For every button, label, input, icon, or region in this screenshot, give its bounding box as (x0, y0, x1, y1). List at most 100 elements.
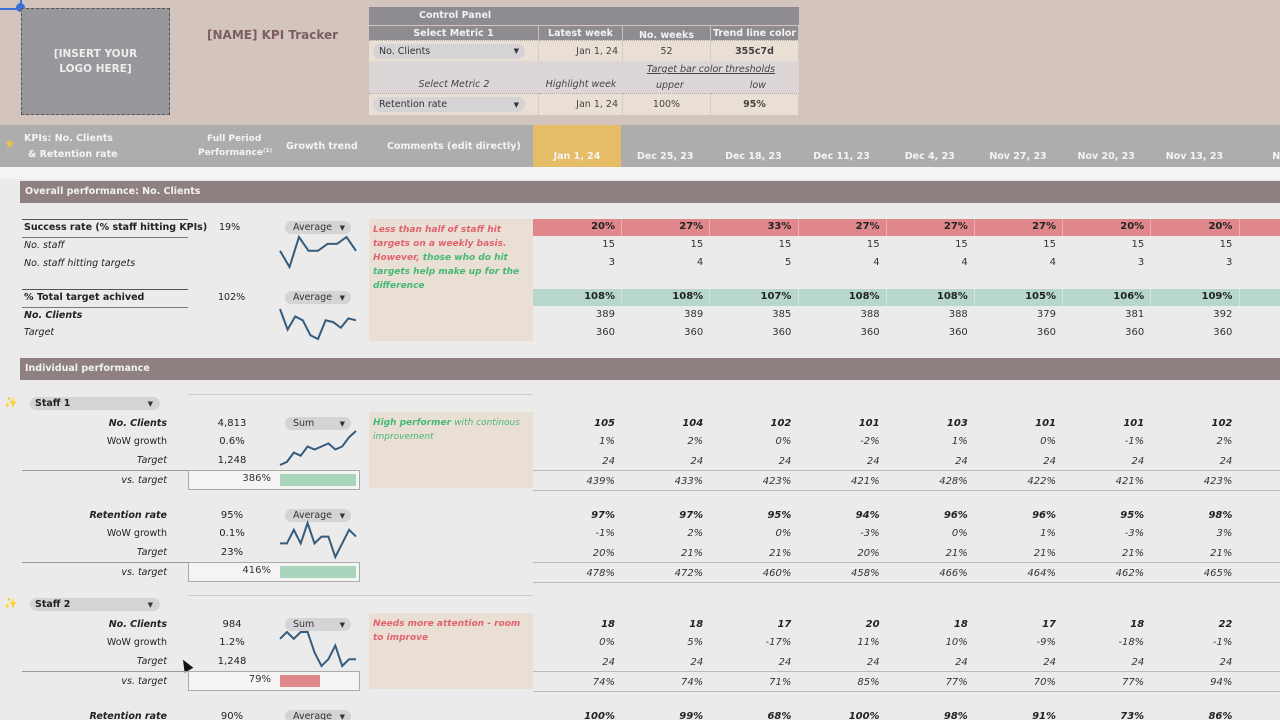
cell-separator (974, 289, 975, 306)
date-column-header[interactable]: Dec 4, 23 (886, 151, 974, 162)
overall-comment[interactable]: Less than half of staff hit targets on a… (369, 219, 533, 341)
low-threshold-input[interactable]: 95% (711, 93, 799, 115)
metric-full-value: 984 (222, 619, 242, 630)
vs-target-box: 386% (188, 470, 360, 490)
date-column-header[interactable]: Nov 20, 23 (1062, 151, 1150, 162)
vs-target-cell: 472% (674, 568, 704, 579)
metric-value-cell: 99% (679, 711, 704, 720)
full-period-header-line2: Performance⁽¹⁾ (198, 148, 273, 158)
wow-cell: 2% (1216, 436, 1233, 447)
metric-value-cell: 101 (1123, 418, 1145, 429)
total-agg-value: Average (293, 292, 333, 303)
vs-target-bar (280, 675, 320, 687)
logo-placeholder[interactable]: [INSERT YOUR LOGO HERE] (21, 8, 170, 115)
metric-value-cell: 73% (1120, 711, 1145, 720)
vs-target-cell: 421% (851, 476, 880, 487)
divider (533, 691, 1280, 692)
date-column-header[interactable]: Dec 18, 23 (709, 151, 797, 162)
wow-full-value: 0.6% (219, 436, 245, 447)
date-column-header[interactable]: Nov 27, 23 (974, 151, 1062, 162)
target-cell: 360 (860, 327, 880, 338)
target-cell: 24 (602, 657, 615, 668)
success-rate-label: Success rate (% staff hitting KPIs) (24, 222, 208, 233)
metric-value-cell: 17 (1042, 619, 1056, 630)
upper-label: upper (655, 79, 684, 91)
aggregation-dropdown[interactable]: Average ▼ (285, 710, 351, 720)
cell-separator (1238, 219, 1240, 236)
metric-value-cell: 97% (591, 510, 615, 521)
metric-trend-sparkline (279, 630, 356, 668)
wow-cell: 2% (687, 528, 704, 539)
wow-cell: 0% (1040, 436, 1056, 447)
no-weeks-input[interactable]: 52 (623, 40, 711, 61)
trend-color-input[interactable]: 355c7d (711, 40, 799, 61)
metric2-dropdown[interactable]: Retention rate ▼ (369, 93, 539, 115)
target-label: Target (136, 656, 167, 667)
date-column-header[interactable]: Jan 1, 24 (533, 151, 621, 162)
no-staff-hitting-cell: 4 (696, 257, 704, 268)
success-agg-dropdown[interactable]: Average ▼ (285, 221, 351, 234)
wow-label: WoW growth (106, 528, 167, 539)
metric-value-cell: 18 (1130, 619, 1145, 630)
vs-target-cell: 423% (762, 476, 792, 487)
date-column-header[interactable]: Nov 13, 23 (1150, 151, 1238, 162)
vs-target-cell: 71% (769, 677, 792, 688)
latest-week-input[interactable]: Jan 1, 24 (539, 40, 623, 61)
success-rate-cell: 27% (1032, 221, 1056, 232)
total-target-cell: 105% (1025, 291, 1056, 302)
vs-target-label: vs. target (121, 676, 167, 687)
divider (533, 470, 1280, 471)
metric-label: Retention rate (89, 510, 167, 521)
vs-target-cell: 423% (1203, 476, 1233, 487)
chevron-down-icon: ▼ (339, 293, 345, 302)
cell-separator (974, 219, 975, 236)
cell-separator (885, 219, 887, 236)
vs-target-label: vs. target (121, 475, 167, 486)
total-agg-dropdown[interactable]: Average ▼ (285, 291, 351, 304)
target-cell: 21% (1121, 548, 1145, 559)
no-clients-cell: 388 (948, 309, 968, 320)
metric1-value: No. Clients (379, 45, 431, 57)
target-cell: 24 (955, 657, 968, 668)
vs-target-cell: 77% (1121, 677, 1145, 688)
staff-dropdown[interactable]: Staff 2 ▼ (30, 598, 160, 611)
target-cell: 360 (1036, 327, 1056, 338)
divider (533, 490, 1280, 491)
trend-color-header: Trend line color (711, 26, 799, 40)
chevron-down-icon: ▼ (147, 600, 153, 609)
control-panel-row2: Retention rate ▼ Jan 1, 24 100% 95% (369, 93, 799, 115)
target-cell: 360 (595, 327, 615, 338)
vs-target-cell: 85% (857, 677, 880, 688)
wow-cell: -3% (1124, 528, 1145, 539)
vs-target-cell: 460% (762, 568, 792, 579)
divider (22, 307, 188, 308)
target-cell: 360 (1125, 327, 1145, 338)
date-column-header[interactable]: Dec 11, 23 (798, 151, 886, 162)
no-clients-cell: 379 (1036, 309, 1056, 320)
staff-comment[interactable]: High performer with continous improvemen… (369, 412, 533, 488)
metric1-dropdown[interactable]: No. Clients ▼ (369, 40, 539, 61)
highlight-week-input[interactable]: Jan 1, 24 (539, 93, 623, 115)
staff-dropdown[interactable]: Staff 1 ▼ (30, 397, 160, 410)
vs-target-bar (280, 566, 356, 578)
divider (22, 237, 188, 238)
metric-label: Retention rate (89, 711, 167, 720)
wow-cell: -2% (860, 436, 880, 447)
metric-label: No. Clients (108, 619, 167, 630)
date-column-header[interactable]: Nov (1239, 151, 1280, 162)
vs-target-label: vs. target (121, 567, 167, 578)
target-cell: 20% (592, 548, 615, 559)
upper-threshold-input[interactable]: 100% (623, 93, 711, 115)
spacer (0, 167, 1280, 179)
total-target-cell: 106% (1113, 291, 1145, 302)
target-full-value: 1,248 (217, 656, 247, 667)
total-target-cell: 108% (848, 291, 880, 302)
sparkline-path (279, 308, 357, 341)
cell-separator (797, 219, 799, 236)
date-column-header[interactable]: Dec 25, 23 (621, 151, 709, 162)
staff-comment[interactable]: Needs more attention - room to improve (369, 613, 533, 689)
metric-value-cell: 102 (1211, 418, 1233, 429)
no-clients-cell: 392 (1213, 309, 1233, 320)
latest-week-header: Latest week (539, 26, 623, 40)
no-clients-cell: 381 (1125, 309, 1145, 320)
